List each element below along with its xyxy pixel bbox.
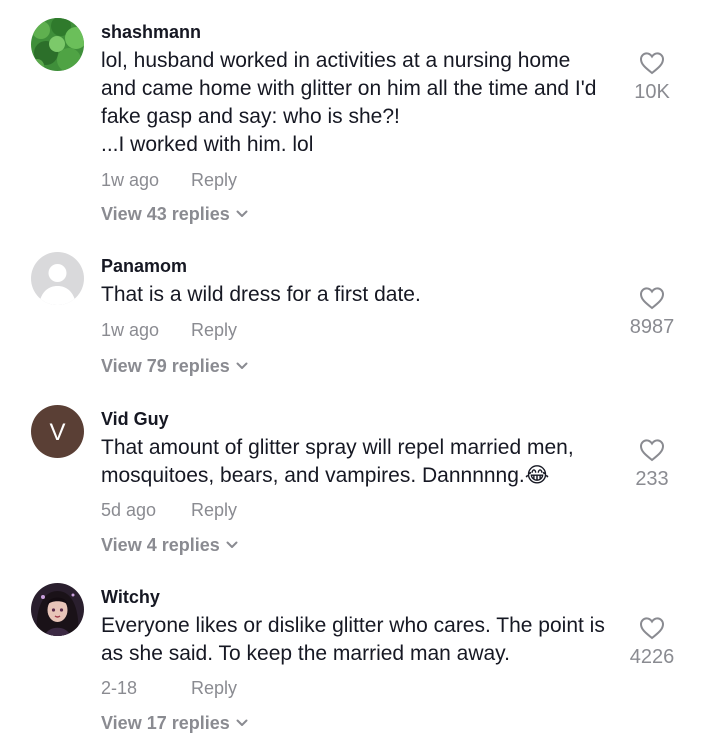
view-replies-label: View 79 replies	[101, 356, 230, 376]
letter-avatar-icon: V	[31, 405, 84, 458]
comment-text: That amount of glitter spray will repel …	[101, 436, 574, 487]
heart-icon[interactable]	[639, 51, 665, 75]
heart-icon[interactable]	[639, 616, 665, 640]
like-area: 233	[622, 438, 682, 491]
heart-icon[interactable]	[639, 286, 665, 310]
comment-time: 5d ago	[101, 500, 157, 520]
view-replies-label: View 43 replies	[101, 204, 230, 224]
view-replies-label: View 4 replies	[101, 535, 220, 555]
avatar[interactable]: V	[31, 405, 84, 458]
like-count: 4226	[629, 646, 675, 668]
like-area: 4226	[622, 616, 682, 669]
like-area: 10K	[622, 51, 682, 104]
reply-button[interactable]: Reply	[191, 320, 237, 341]
like-count: 8987	[629, 316, 675, 338]
view-replies-button[interactable]: View 17 replies	[101, 713, 248, 734]
comment-text: lol, husband worked in activities at a n…	[101, 49, 597, 156]
comment-username[interactable]: Vid Guy	[101, 409, 169, 430]
like-area: 8987	[622, 286, 682, 339]
view-replies-button[interactable]: View 4 replies	[101, 535, 238, 556]
reply-button[interactable]: Reply	[191, 170, 237, 191]
reply-button[interactable]: Reply	[191, 500, 237, 521]
comment-time: 2-18	[101, 678, 138, 698]
comment-meta: 2-18 Reply	[101, 678, 237, 699]
avatar[interactable]	[31, 583, 84, 636]
like-count: 233	[635, 468, 669, 490]
avatar-letter: V	[49, 419, 65, 446]
comment-meta: 1w ago Reply	[101, 320, 237, 341]
comment-username[interactable]: Panamom	[101, 256, 187, 277]
comment-username[interactable]: shashmann	[101, 22, 201, 43]
comment-time: 1w ago	[101, 320, 160, 340]
avatar[interactable]	[31, 252, 84, 305]
view-replies-button[interactable]: View 79 replies	[101, 356, 248, 377]
heart-icon[interactable]	[639, 438, 665, 462]
comment-time: 1w ago	[101, 170, 160, 190]
portrait-avatar-icon	[31, 583, 84, 636]
comment-meta: 1w ago Reply	[101, 170, 237, 191]
chevron-down-icon	[226, 541, 238, 548]
chevron-down-icon	[236, 210, 248, 217]
comment-text: Everyone likes or dislike glitter who ca…	[101, 614, 605, 665]
comment-meta: 5d ago Reply	[101, 500, 237, 521]
chevron-down-icon	[236, 719, 248, 726]
chevron-down-icon	[236, 362, 248, 369]
reply-button[interactable]: Reply	[191, 678, 237, 699]
avatar[interactable]	[31, 18, 84, 71]
foliage-avatar-icon	[31, 18, 84, 71]
comment-username[interactable]: Witchy	[101, 587, 160, 608]
view-replies-button[interactable]: View 43 replies	[101, 204, 248, 225]
comment-text: That is a wild dress for a first date.	[101, 283, 421, 306]
default-person-avatar-icon	[31, 252, 84, 305]
like-count: 10K	[634, 81, 670, 103]
view-replies-label: View 17 replies	[101, 713, 230, 733]
